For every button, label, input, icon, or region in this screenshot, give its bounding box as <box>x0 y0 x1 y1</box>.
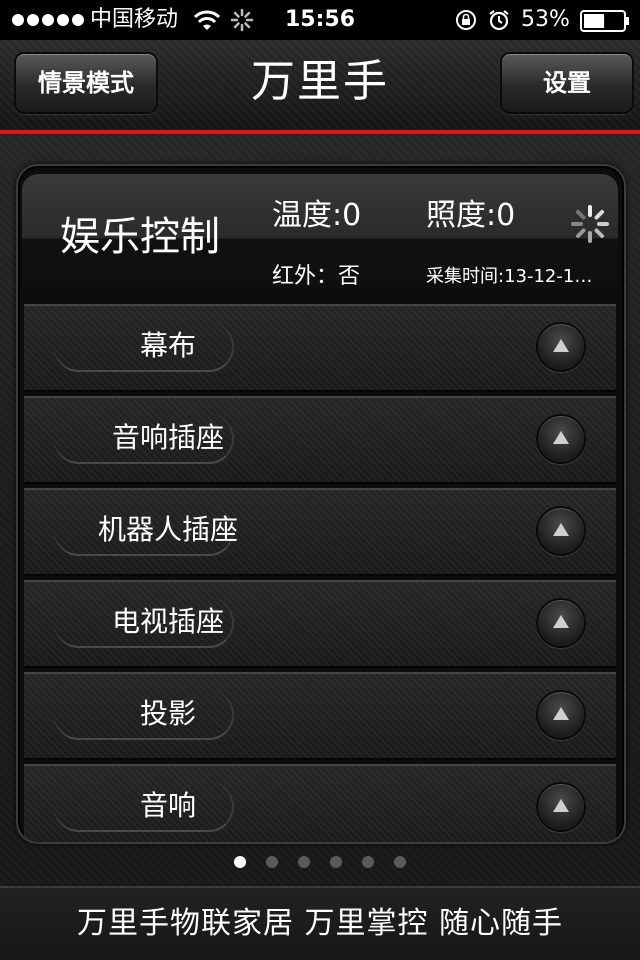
page-dot[interactable] <box>394 856 406 868</box>
section-title: 娱乐控制 <box>60 214 220 260</box>
page-dot[interactable] <box>234 856 246 868</box>
expand-button[interactable] <box>536 414 586 464</box>
page-dot[interactable] <box>266 856 278 868</box>
page-dot[interactable] <box>330 856 342 868</box>
device-label: 幕布 <box>139 329 196 362</box>
device-row[interactable]: 音响插座 <box>24 396 616 484</box>
expand-button[interactable] <box>536 322 586 372</box>
device-row[interactable]: 机器人插座 <box>24 488 616 576</box>
triangle-up-icon <box>553 339 569 352</box>
expand-button[interactable] <box>536 598 586 648</box>
triangle-up-icon <box>553 799 569 812</box>
device-label: 投影 <box>139 697 196 730</box>
nav-header: 情景模式 万里手 设置 <box>0 40 640 134</box>
battery-icon <box>580 10 629 32</box>
device-row[interactable]: 音响 <box>24 764 616 842</box>
device-row[interactable]: 幕布 <box>24 304 616 392</box>
collect-time: 采集时间:13-12-1… <box>426 266 593 287</box>
expand-button[interactable] <box>536 690 586 740</box>
app-screen: 中国移动 15:56 53% 情景模式 万里手 设置 娱乐控制 温度:0 照度:… <box>0 0 640 960</box>
infrared-readout: 红外：否 <box>272 264 361 289</box>
triangle-up-icon <box>553 615 569 628</box>
battery-percent: 53% <box>521 7 570 32</box>
expand-button[interactable] <box>536 782 586 832</box>
page-indicator[interactable] <box>0 856 640 868</box>
rotation-lock-icon <box>456 10 476 30</box>
expand-button[interactable] <box>536 506 586 556</box>
device-row[interactable]: 投影 <box>24 672 616 760</box>
triangle-up-icon <box>553 431 569 444</box>
device-label: 机器人插座 <box>97 513 238 546</box>
control-panel: 娱乐控制 温度:0 照度:0 红外：否 采集时间:13-12-1… 幕布 音响插… <box>16 164 626 844</box>
status-bar: 中国移动 15:56 53% <box>0 0 640 40</box>
triangle-up-icon <box>553 707 569 720</box>
panel-header: 娱乐控制 温度:0 照度:0 红外：否 采集时间:13-12-1… <box>22 174 618 290</box>
device-row[interactable]: 电视插座 <box>24 580 616 668</box>
footer-bar: 万里手物联家居 万里掌控 随心随手 <box>0 886 640 960</box>
device-list: 幕布 音响插座 机器人插座 电视插座 投影 音响 <box>24 304 616 842</box>
settings-button[interactable]: 设置 <box>500 52 634 114</box>
device-label: 电视插座 <box>111 605 224 638</box>
loading-spinner-icon <box>571 205 609 243</box>
triangle-up-icon <box>553 523 569 536</box>
page-dot[interactable] <box>298 856 310 868</box>
page-dot[interactable] <box>362 856 374 868</box>
device-label: 音响 <box>139 789 196 822</box>
alarm-icon <box>489 10 509 31</box>
footer-slogan: 万里手物联家居 万里掌控 随心随手 <box>76 906 564 941</box>
device-label: 音响插座 <box>111 421 224 454</box>
illuminance-readout: 照度:0 <box>426 198 516 233</box>
temperature-readout: 温度:0 <box>272 198 362 233</box>
